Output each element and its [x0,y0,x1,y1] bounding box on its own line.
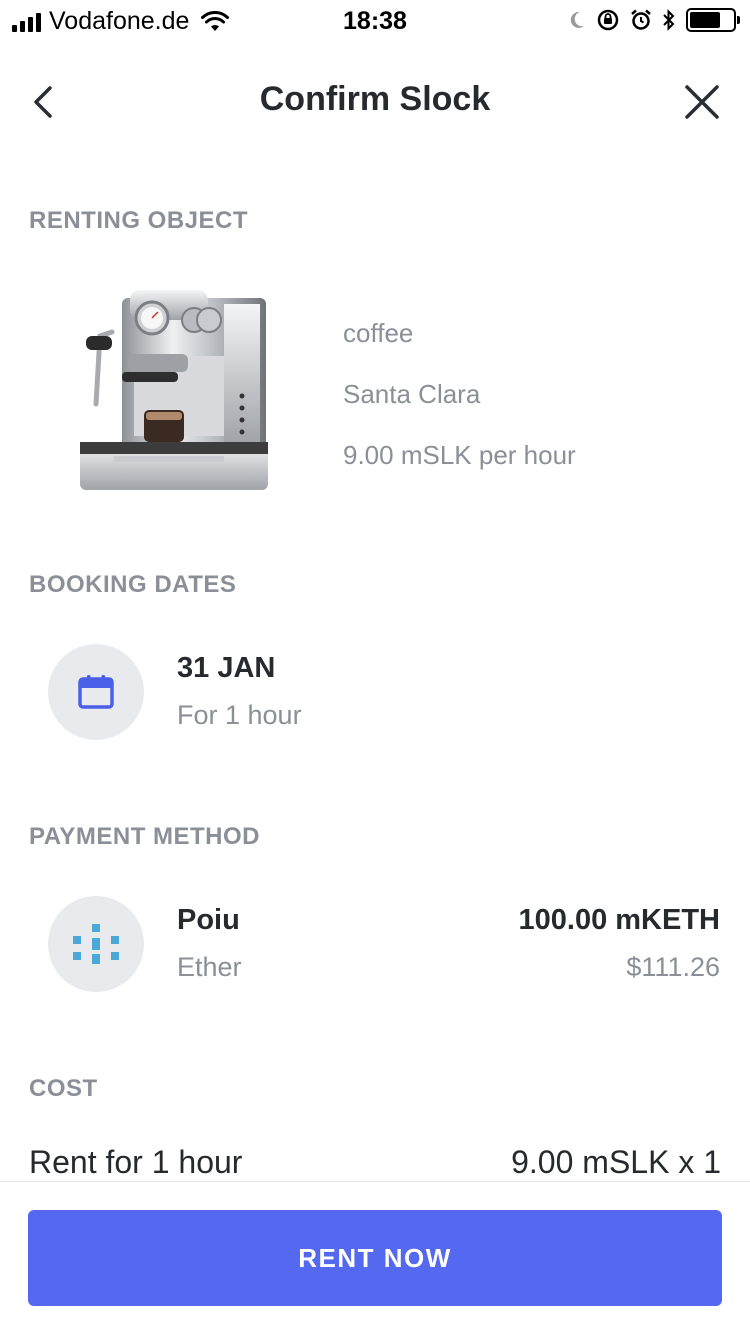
ether-wallet-icon-circle[interactable] [48,896,144,992]
booking-dates-heading: BOOKING DATES [29,571,237,598]
rotation-lock-icon [597,9,619,31]
wallet-currency: Ether [177,952,242,982]
nav-bar: Confirm Slock [0,60,750,144]
wallet-amount-usd: $111.26 [626,952,720,982]
object-price: 9.00 mSLK per hour [343,440,576,470]
bluetooth-icon [663,9,675,31]
alarm-icon [631,9,651,30]
booking-duration: For 1 hour [177,700,302,730]
page-title: Confirm Slock [259,80,491,118]
wallet-amount: 100.00 mKETH [518,904,721,936]
calendar-icon-circle[interactable] [48,644,144,740]
cost-rent-label: Rent for 1 hour [29,1144,243,1180]
coffee-machine-image [80,290,268,490]
status-bar: Vodafone.de 18:38 [0,0,750,40]
status-right [568,8,740,32]
close-icon[interactable] [680,80,724,124]
wallet-name: Poiu [177,904,240,936]
cost-heading: COST [29,1075,98,1102]
bottom-action-bar: RENT NOW [0,1181,750,1334]
rent-now-button[interactable]: RENT NOW [28,1210,722,1306]
calendar-icon [78,675,114,709]
cost-rent-value: 9.00 mSLK x 1 [511,1144,721,1180]
object-name: coffee [343,318,414,348]
booking-date: 31 JAN [177,652,276,684]
battery-icon [686,8,740,32]
cost-row: Rent for 1 hour 9.00 mSLK x 1 [29,1144,721,1182]
ether-wallet-icon [73,924,119,964]
moon-icon [570,11,584,28]
renting-object-heading: RENTING OBJECT [29,207,249,234]
object-location: Santa Clara [343,379,481,409]
payment-method-heading: PAYMENT METHOD [29,823,261,850]
